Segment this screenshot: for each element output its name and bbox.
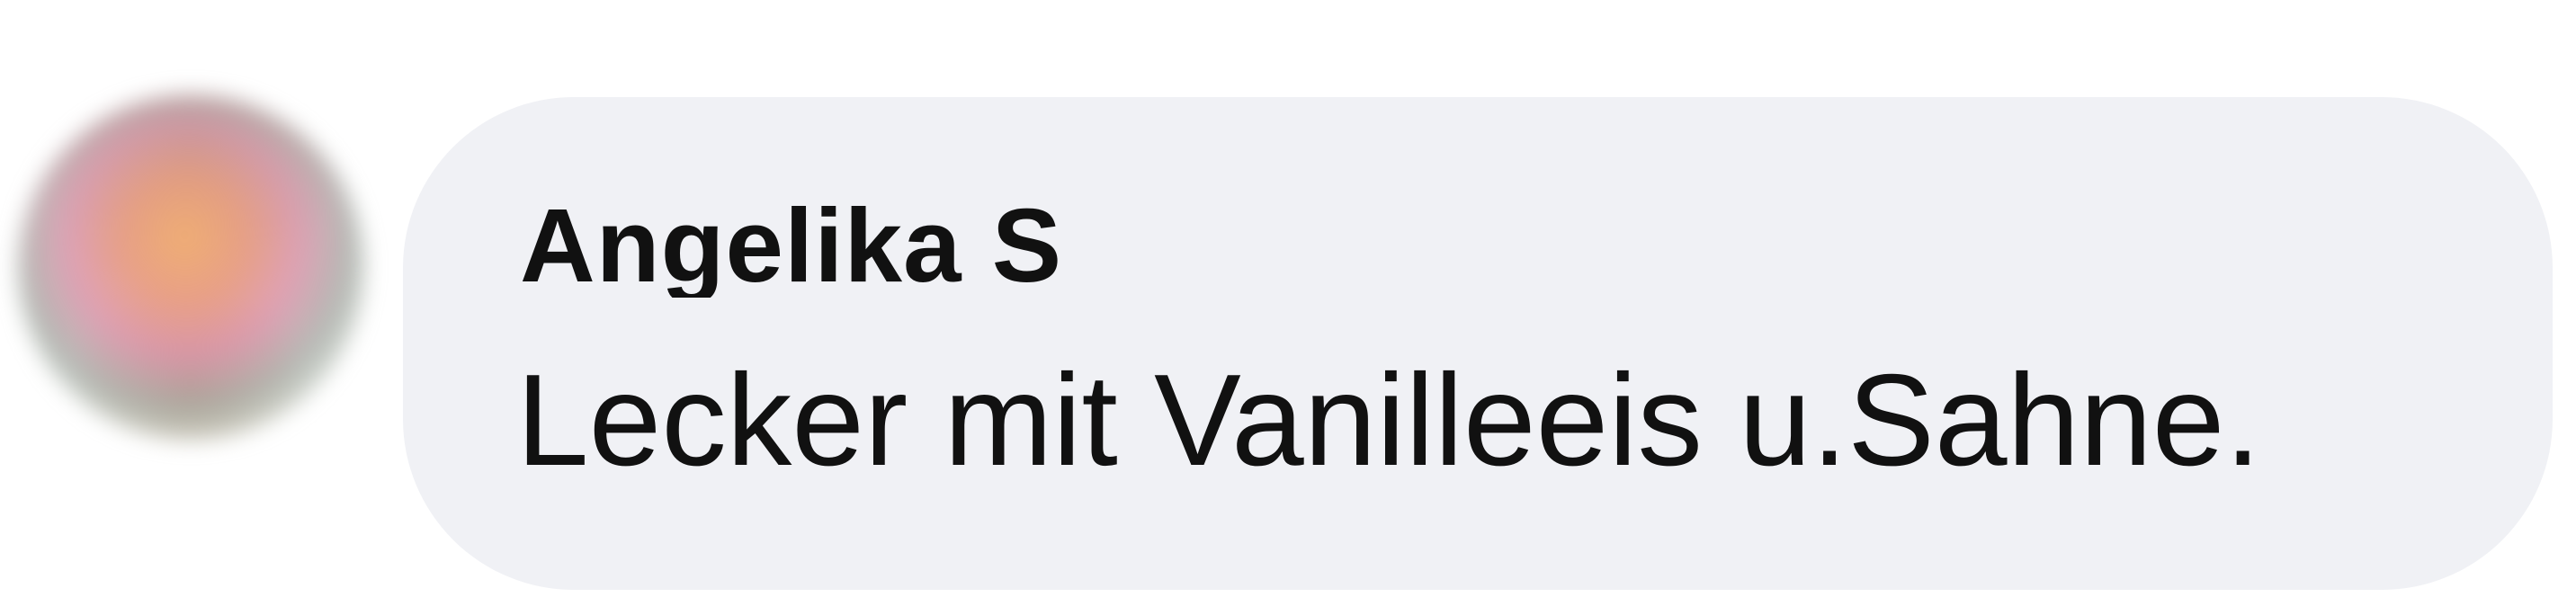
comment-container: Angelika S Lecker mit Vanilleeis u.Sahne… — [0, 0, 2576, 615]
comment-author-name[interactable]: Angelika S — [520, 193, 1158, 298]
comment-bubble — [403, 97, 2553, 590]
avatar[interactable] — [18, 94, 364, 441]
comment-text: Lecker mit Vanilleeis u.Sahne. — [516, 347, 2261, 493]
